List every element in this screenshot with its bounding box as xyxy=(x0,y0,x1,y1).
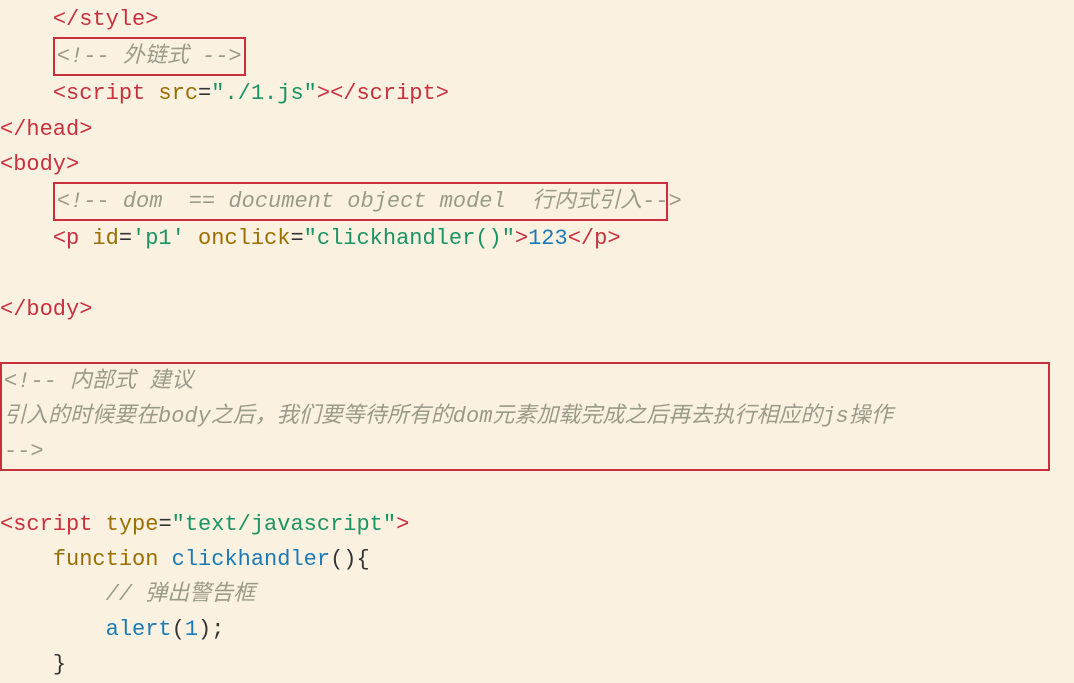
script-gt: > xyxy=(317,81,330,106)
comment-internal-3: --> xyxy=(4,439,44,464)
val-onclick: "clickhandler()" xyxy=(304,226,515,251)
close-body-tag: </body> xyxy=(0,297,92,322)
close-script-tag: </script> xyxy=(330,81,449,106)
script-gt-2: > xyxy=(396,512,409,537)
p-text: 123 xyxy=(528,226,568,251)
close-style-tag: </style> xyxy=(53,7,159,32)
kw-function: function xyxy=(53,547,159,572)
highlight-box-3: <!-- 内部式 建议 引入的时候要在body之后，我们要等待所有的dom元素加… xyxy=(0,362,1050,472)
open-p-tag: <p xyxy=(53,226,79,251)
comment-internal-1: <!-- 内部式 建议 xyxy=(4,369,193,394)
comment-external: <!-- 外链式 --> xyxy=(57,44,242,69)
val-id: 'p1' xyxy=(132,226,185,251)
comment-alert: // 弹出警告框 xyxy=(106,582,256,607)
alert-paren-open: ( xyxy=(172,617,185,642)
alert-call: alert xyxy=(106,617,172,642)
val-type: "text/javascript" xyxy=(172,512,396,537)
open-script-tag: <script xyxy=(53,81,145,106)
brace-close: } xyxy=(53,652,66,677)
eq: = xyxy=(198,81,211,106)
close-head-tag: </head> xyxy=(0,117,92,142)
paren-open: (){ xyxy=(330,547,370,572)
open-body-tag: <body> xyxy=(0,152,79,177)
eq2: = xyxy=(290,226,303,251)
eq3: = xyxy=(158,512,171,537)
code-block: </style> <!-- 外链式 --> <script src="./1.j… xyxy=(0,0,1074,683)
attr-id: id xyxy=(79,226,119,251)
attr-type: type xyxy=(92,512,158,537)
p-gt: > xyxy=(515,226,528,251)
highlight-box-1: <!-- 外链式 --> xyxy=(53,37,246,76)
attr-onclick: onclick xyxy=(185,226,291,251)
alert-paren-close: ); xyxy=(198,617,224,642)
close-p-tag: </p> xyxy=(568,226,621,251)
open-script-tag-2: <script xyxy=(0,512,92,537)
comment-internal-2: 引入的时候要在body之后，我们要等待所有的dom元素加载完成之后再去执行相应的… xyxy=(4,404,893,429)
attr-src: src xyxy=(145,81,198,106)
alert-num: 1 xyxy=(185,617,198,642)
val-src: "./1.js" xyxy=(211,81,317,106)
highlight-box-2: <!-- dom == document object model 行内式引入-… xyxy=(53,182,668,221)
func-name: clickhandler xyxy=(158,547,330,572)
eq1: = xyxy=(119,226,132,251)
comment-dom: <!-- dom == document object model 行内式引入-… xyxy=(57,189,682,214)
